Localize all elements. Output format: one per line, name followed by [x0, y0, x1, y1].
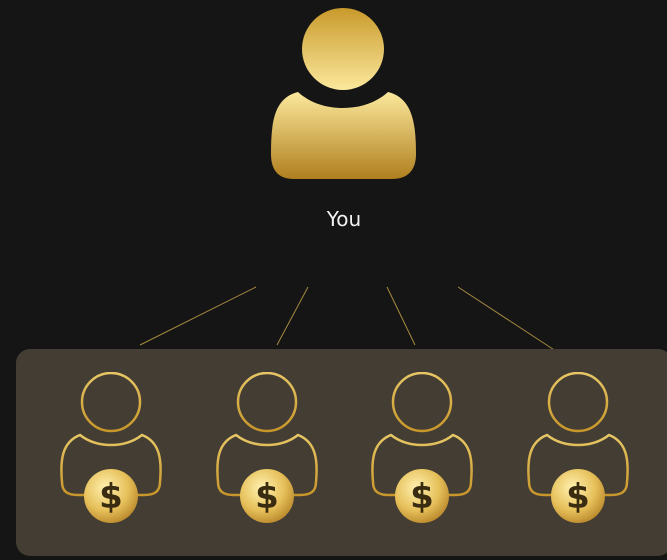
connector-line	[386, 286, 416, 346]
connector-line	[457, 286, 566, 358]
dollar-coin-icon: $	[395, 469, 449, 523]
team-member: $	[367, 372, 477, 527]
dollar-symbol: $	[410, 477, 434, 517]
team-member: $	[523, 372, 633, 527]
team-member: $	[56, 372, 166, 527]
dollar-coin-icon: $	[84, 469, 138, 523]
team-member: $	[212, 372, 322, 527]
dollar-coin-icon: $	[551, 469, 605, 523]
connector-line	[139, 286, 257, 346]
dollar-symbol: $	[255, 477, 279, 517]
dollar-coin-icon: $	[240, 469, 294, 523]
user-icon	[268, 4, 420, 184]
dollar-symbol: $	[99, 477, 123, 517]
dollar-symbol: $	[566, 477, 590, 517]
root-label: You	[326, 207, 362, 231]
connector-line	[276, 286, 309, 346]
